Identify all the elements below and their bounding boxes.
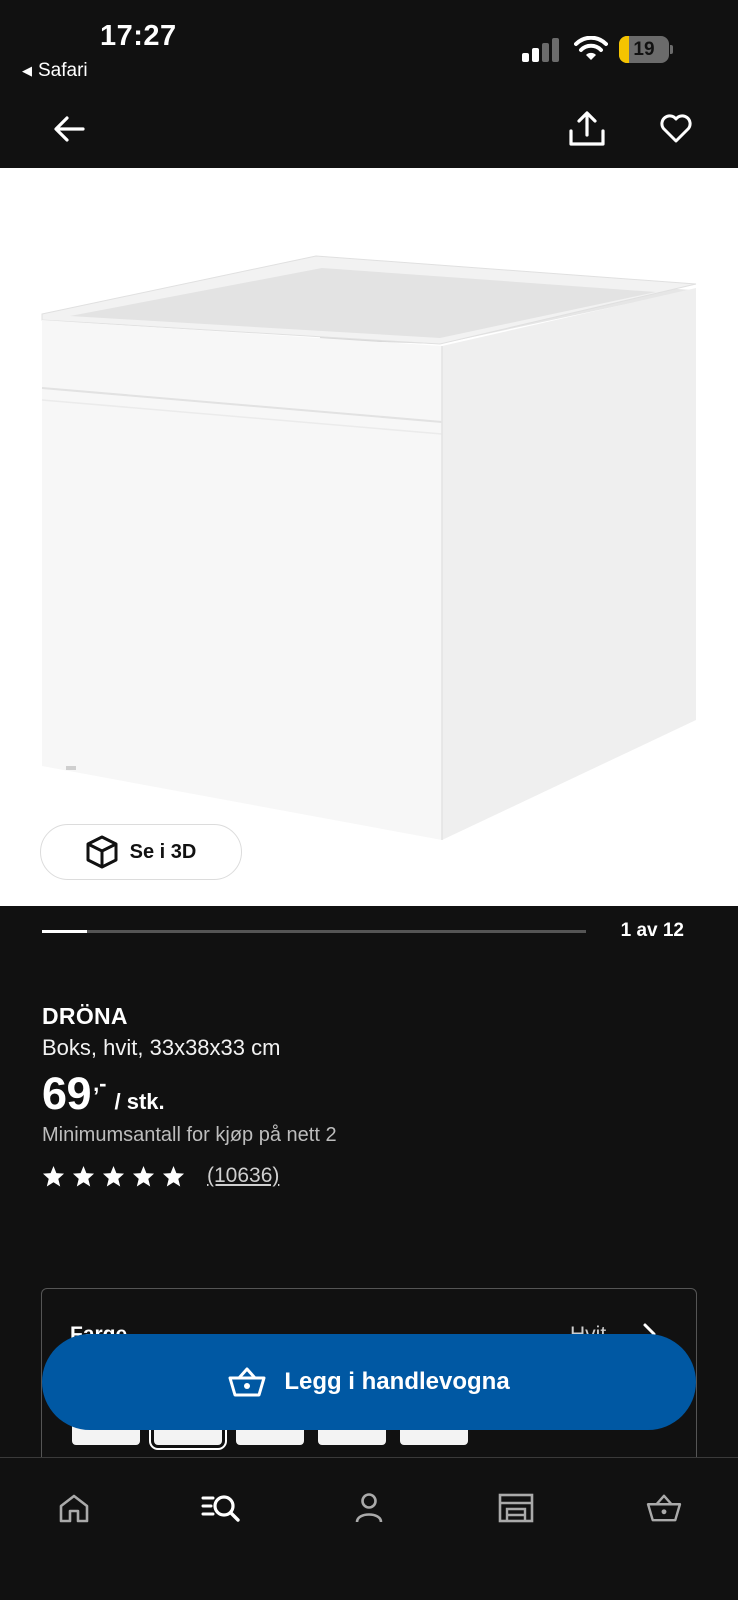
star-icon — [132, 1165, 155, 1187]
nav-search-products[interactable] — [193, 1480, 249, 1536]
product-name: DRÖNA — [42, 1003, 128, 1029]
search-products-icon — [201, 1495, 240, 1522]
price-main: 69 — [42, 1068, 92, 1119]
cellular-signal-icon — [522, 38, 559, 62]
share-button[interactable] — [562, 104, 612, 154]
back-triangle-icon: ◀ — [22, 63, 32, 78]
star-icon — [162, 1165, 185, 1187]
star-icon — [42, 1165, 65, 1187]
product-description: Boks, hvit, 33x38x33 cm — [42, 1035, 281, 1060]
star-icon — [72, 1165, 95, 1187]
store-icon — [498, 1493, 534, 1523]
back-button[interactable] — [44, 104, 94, 154]
profile-icon — [355, 1493, 383, 1523]
wifi-icon — [574, 36, 608, 60]
back-app-label: Safari — [38, 60, 88, 81]
favorite-button[interactable] — [651, 104, 701, 154]
view-3d-button[interactable]: Se i 3D — [40, 824, 242, 880]
nav-profile[interactable] — [341, 1480, 397, 1536]
price: 69 ,- / stk. — [42, 1068, 165, 1120]
cube-icon — [86, 835, 118, 869]
rating[interactable]: (10636) — [42, 1164, 279, 1188]
basket-icon — [646, 1494, 682, 1522]
app-header — [0, 92, 738, 168]
battery-level: 19 — [633, 39, 655, 60]
share-icon — [569, 111, 605, 146]
minimum-quantity-note: Minimumsantall for kjøp på nett 2 — [42, 1124, 337, 1146]
gallery-progress-bar — [42, 930, 586, 933]
home-icon — [59, 1494, 89, 1523]
heart-icon — [660, 114, 692, 143]
arrow-left-icon — [54, 116, 85, 142]
status-time: 17:27 — [100, 20, 177, 52]
rating-stars — [42, 1165, 185, 1187]
back-to-app-link[interactable]: ◀ Safari — [22, 60, 88, 82]
gallery-progress-fill — [42, 930, 88, 933]
battery-indicator: 19 — [619, 36, 673, 63]
rating-count-link[interactable]: (10636) — [207, 1164, 279, 1188]
gallery-counter: 1 av 12 — [620, 920, 684, 941]
add-to-cart-button[interactable]: Legg i handlevogna — [42, 1334, 696, 1430]
view-3d-label: Se i 3D — [129, 840, 197, 863]
status-bar: 17:27 ◀ Safari 19 — [0, 0, 738, 92]
price-unit: / stk. — [114, 1089, 165, 1114]
nav-home[interactable] — [46, 1480, 102, 1536]
product-photo — [41, 255, 697, 840]
basket-icon — [228, 1367, 266, 1397]
bottom-navigation — [0, 1457, 738, 1600]
price-decimals: ,- — [93, 1071, 107, 1096]
add-to-cart-label: Legg i handlevogna — [284, 1368, 510, 1395]
star-icon — [102, 1165, 125, 1187]
nav-cart[interactable] — [636, 1480, 692, 1536]
product-image-gallery[interactable]: Se i 3D — [0, 168, 738, 906]
nav-store[interactable] — [488, 1480, 544, 1536]
